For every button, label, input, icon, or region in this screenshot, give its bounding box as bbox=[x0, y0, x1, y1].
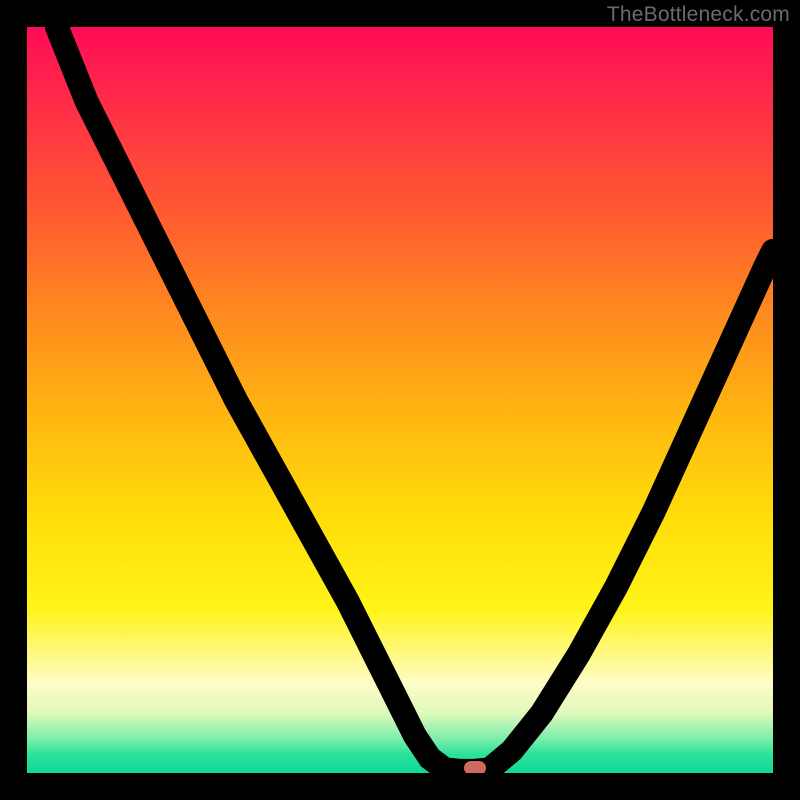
chart-frame: TheBottleneck.com bbox=[0, 0, 800, 800]
attribution-text: TheBottleneck.com bbox=[607, 3, 790, 27]
plot-area bbox=[27, 27, 773, 773]
optimal-point-marker bbox=[464, 761, 486, 773]
heat-gradient-background bbox=[27, 27, 773, 773]
